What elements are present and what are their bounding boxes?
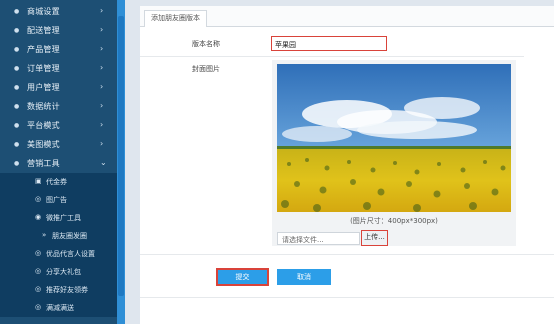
- user-icon: ◎: [35, 249, 42, 257]
- sidebar-item-label: 配送管理: [27, 26, 60, 35]
- ad-icon: ◎: [35, 195, 42, 203]
- form-panel: 添加朋友圈版本 版本名称 苹果园 封面图片 (图片尺寸：400px*300px)…: [140, 6, 554, 324]
- submit-button[interactable]: 提交: [216, 268, 269, 286]
- sidebar-item-label: 数据统计: [27, 102, 60, 111]
- sidebar-subitem-label: 优品代言人设置: [46, 250, 95, 258]
- double-chevron-icon: »: [42, 231, 47, 239]
- upload-button[interactable]: 上传...: [361, 230, 388, 246]
- voucher-icon: ▣: [35, 177, 42, 185]
- chevron-down-icon: ⌄: [100, 158, 107, 167]
- circle-icon: ●: [14, 122, 20, 129]
- sidebar-item-users[interactable]: ● 用户管理 ›: [0, 79, 117, 97]
- chevron-right-icon: ›: [100, 139, 104, 148]
- chevron-right-icon: ›: [100, 6, 104, 15]
- version-name-input[interactable]: 苹果园: [271, 36, 387, 51]
- chevron-right-icon: ›: [100, 101, 104, 110]
- chevron-right-icon: ›: [100, 44, 104, 53]
- sidebar-subitem-image-ads[interactable]: ◎ 图广告: [0, 191, 117, 209]
- sidebar-subitem-label: 推荐好友领券: [46, 286, 88, 294]
- sidebar-subitem-referral-coupon[interactable]: ◎ 推荐好友领券: [0, 281, 117, 299]
- cover-image-box: (图片尺寸：400px*300px) 请选择文件... 上传...: [272, 60, 516, 246]
- sidebar-scrollbar[interactable]: [117, 0, 125, 324]
- sidebar-item-statistics[interactable]: ● 数据统计 ›: [0, 98, 117, 116]
- cancel-button[interactable]: 取消: [277, 269, 331, 285]
- sidebar: ● 商城设置 › ● 配送管理 › ● 产品管理 › ● 订单管理 › ● 用户…: [0, 0, 117, 324]
- sidebar-subitem-label: 分享大礼包: [46, 268, 81, 276]
- tab-bar: 添加朋友圈版本: [140, 6, 554, 27]
- sidebar-subitem-label: 代金券: [46, 178, 67, 186]
- circle-icon: ●: [14, 84, 20, 91]
- sidebar-item-label: 产品管理: [27, 45, 60, 54]
- chevron-right-icon: ›: [100, 120, 104, 129]
- sidebar-subitem-label: 图广告: [46, 196, 67, 204]
- image-size-caption: (图片尺寸：400px*300px): [350, 217, 438, 225]
- main-area: 添加朋友圈版本 版本名称 苹果园 封面图片 (图片尺寸：400px*300px)…: [125, 0, 554, 324]
- sidebar-item-platform-mode[interactable]: ● 平台模式 ›: [0, 117, 117, 135]
- sidebar-item-marketing-tools[interactable]: ● 营销工具 ⌄: [0, 155, 117, 173]
- sidebar-item-label: 营销工具: [27, 159, 60, 168]
- sidebar-subitem-discount[interactable]: ◎ 满减满送: [0, 299, 117, 317]
- file-select-input[interactable]: 请选择文件...: [277, 232, 360, 245]
- file-select-placeholder: 请选择文件...: [282, 236, 324, 244]
- sunflower-field-image: [277, 64, 511, 212]
- sidebar-subitem-voucher[interactable]: ▣ 代金券: [0, 173, 117, 191]
- sidebar-subsub-label: 朋友圈发圈: [52, 232, 87, 240]
- circle-icon: ●: [14, 65, 20, 72]
- circle-icon: ●: [14, 103, 20, 110]
- sidebar-subitem-label: 满减满送: [46, 304, 74, 312]
- sidebar-item-delivery[interactable]: ● 配送管理 ›: [0, 22, 117, 40]
- sidebar-subitem-gift-pack[interactable]: ◎ 分享大礼包: [0, 263, 117, 281]
- scrollbar-thumb[interactable]: [118, 16, 124, 296]
- version-name-value: 苹果园: [275, 41, 296, 49]
- sidebar-item-orders[interactable]: ● 订单管理 ›: [0, 60, 117, 78]
- row-divider: [140, 56, 524, 57]
- user-icon: ◎: [35, 267, 42, 275]
- sidebar-subsub-moments[interactable]: » 朋友圈发圈: [0, 227, 117, 245]
- circle-icon: ●: [14, 141, 20, 148]
- circle-icon: ●: [14, 27, 20, 34]
- user-icon: ◎: [35, 303, 42, 311]
- user-icon: ◎: [35, 285, 42, 293]
- row-divider: [140, 254, 554, 255]
- tab-add-moments-version[interactable]: 添加朋友圈版本: [144, 10, 207, 27]
- sidebar-item-mall-settings[interactable]: ● 商城设置 ›: [0, 3, 117, 21]
- cover-image-preview: [277, 64, 511, 212]
- row-divider: [140, 297, 554, 298]
- chevron-right-icon: ›: [100, 63, 104, 72]
- cover-image-label: 封面图片: [192, 65, 220, 73]
- sidebar-item-label: 用户管理: [27, 83, 60, 92]
- chevron-right-icon: ›: [100, 82, 104, 91]
- sidebar-item-label: 商城设置: [27, 7, 60, 16]
- sidebar-item-label: 平台模式: [27, 121, 60, 130]
- version-name-label: 版本名称: [192, 40, 220, 48]
- sidebar-item-image-mode[interactable]: ● 美图模式 ›: [0, 136, 117, 154]
- sidebar-item-products[interactable]: ● 产品管理 ›: [0, 41, 117, 59]
- circle-icon: ●: [14, 160, 20, 167]
- sidebar-subitem-label: 微推广工具: [46, 214, 81, 222]
- sidebar-subitem-wechat-promo[interactable]: ◉ 微推广工具: [0, 209, 117, 227]
- sidebar-item-label: 美图模式: [27, 140, 60, 149]
- sidebar-subitem-spokesperson[interactable]: ◎ 优品代言人设置: [0, 245, 117, 263]
- chevron-right-icon: ›: [100, 25, 104, 34]
- promo-icon: ◉: [35, 213, 42, 221]
- circle-icon: ●: [14, 8, 20, 15]
- sidebar-item-label: 订单管理: [27, 64, 60, 73]
- circle-icon: ●: [14, 46, 20, 53]
